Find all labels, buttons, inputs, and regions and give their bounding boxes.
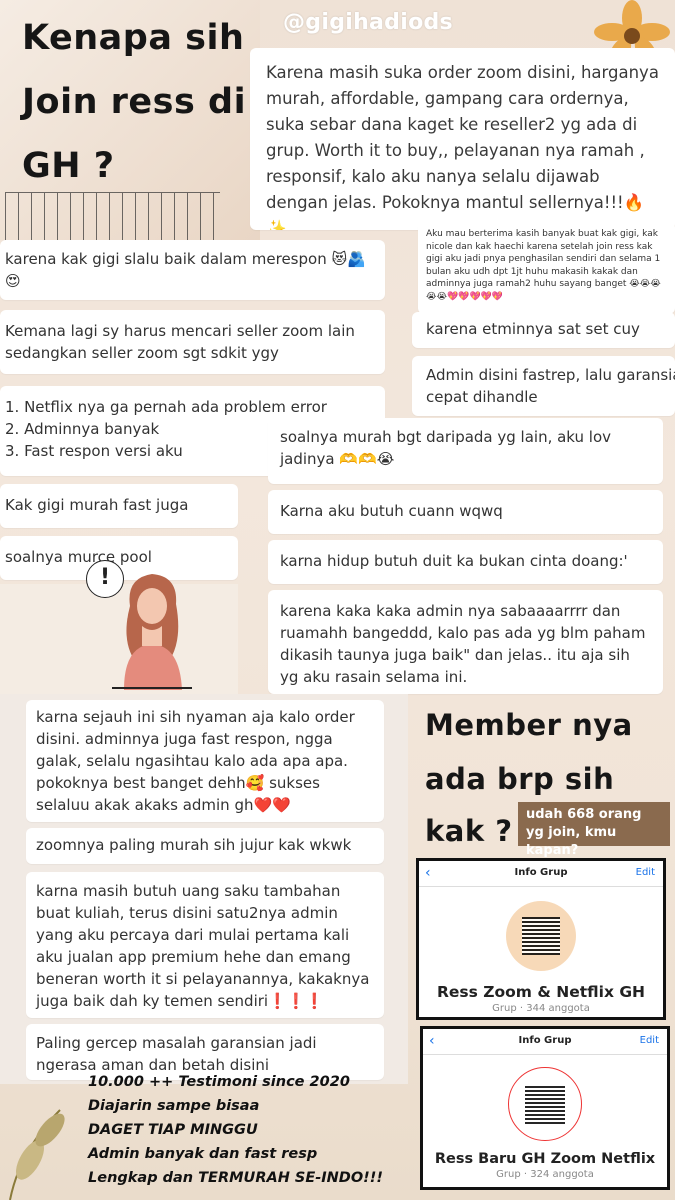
testimonial-text: Paling gercep masalah garansian jadi nge… bbox=[36, 1034, 317, 1074]
testimonial-text: karena etminnya sat set cuy bbox=[426, 320, 640, 338]
testimonial-card-8: soalnya murah bgt daripada yg lain, aku … bbox=[268, 418, 663, 484]
group-info-card-1[interactable]: ‹ Info Grup Edit Ress Zoom & Netflix GH … bbox=[416, 858, 666, 1020]
footer-line-5: Lengkap dan TERMURAH SE-INDO!!! bbox=[88, 1170, 383, 1186]
group-name: Ress Baru GH Zoom Netflix bbox=[434, 1151, 656, 1167]
group-info-title: Info Grup bbox=[518, 1035, 572, 1046]
page-title-line3: GH ? bbox=[22, 146, 115, 186]
member-heading-line3: kak ? bbox=[425, 814, 513, 848]
testimonial-text: karena kaka kaka admin nya sabaaaarrrr d… bbox=[280, 602, 646, 686]
testimonial-text: karna sejauh ini sih nyaman aja kalo ord… bbox=[36, 708, 355, 814]
testimonial-text: zoomnya paling murah sih jujur kak wkwk bbox=[36, 836, 352, 854]
group-name: Ress Zoom & Netflix GH bbox=[436, 983, 646, 1001]
member-heading-line1: Member nya bbox=[425, 708, 633, 742]
page-title-line2: Join ress di bbox=[22, 82, 247, 122]
testimonial-text: Karena masih suka order zoom disini, har… bbox=[266, 63, 659, 230]
group-info-card-2[interactable]: ‹ Info Grup Edit Ress Baru GH Zoom Netfl… bbox=[420, 1026, 670, 1190]
qr-code-icon bbox=[508, 1067, 582, 1141]
testimonial-card-2: Aku mau berterima kasih banyak buat kak … bbox=[418, 222, 675, 314]
testimonial-card-12: karna hidup butuh duit ka bukan cinta do… bbox=[268, 540, 663, 584]
member-count-note: udah 668 orang yg join, kmu kapan? bbox=[518, 802, 670, 858]
edit-button[interactable]: Edit bbox=[640, 1035, 659, 1046]
testimonial-text: soalnya murce pool bbox=[5, 548, 152, 566]
group-info-title: Info Grup bbox=[514, 867, 568, 878]
testimonial-text: karna masih butuh uang saku tambahan bua… bbox=[36, 882, 370, 1010]
testimonial-text: Kemana lagi sy harus mencari seller zoom… bbox=[5, 322, 355, 362]
testimonial-text: karna hidup butuh duit ka bukan cinta do… bbox=[280, 552, 628, 570]
testimonial-text: Admin disini fastrep, lalu garansian cep… bbox=[426, 366, 675, 406]
edit-button[interactable]: Edit bbox=[636, 867, 655, 878]
grid-decoration bbox=[5, 192, 220, 240]
page-title-line1: Kenapa sih bbox=[22, 18, 245, 58]
group-member-count: Grup · 344 anggota bbox=[492, 1003, 590, 1014]
qr-code-icon bbox=[506, 901, 576, 971]
footer-line-2: Diajarin sampe bisaa bbox=[88, 1098, 260, 1114]
testimonial-card-16: karna masih butuh uang saku tambahan bua… bbox=[26, 872, 384, 1018]
testimonial-card-1: Karena masih suka order zoom disini, har… bbox=[250, 48, 675, 230]
testimonial-text: karena kak gigi slalu baik dalam merespo… bbox=[5, 250, 366, 290]
testimonial-card-5: Kemana lagi sy harus mencari seller zoom… bbox=[0, 310, 385, 374]
testimonial-text: Aku mau berterima kasih banyak buat kak … bbox=[426, 229, 661, 302]
group-member-count: Grup · 324 anggota bbox=[496, 1169, 594, 1180]
testimonial-card-15: zoomnya paling murah sih jujur kak wkwk bbox=[26, 828, 384, 864]
testimonial-card-9: Kak gigi murah fast juga bbox=[0, 484, 238, 528]
testimonial-text: Kak gigi murah fast juga bbox=[5, 496, 189, 514]
leaf-icon bbox=[9, 1109, 65, 1200]
footer-line-4: Admin banyak dan fast resp bbox=[88, 1146, 318, 1162]
testimonial-card-10: Karna aku butuh cuann wqwq bbox=[268, 490, 663, 534]
list-item: 1. Netflix nya ga pernah ada problem err… bbox=[5, 398, 327, 416]
instagram-handle: @gigihadiods bbox=[283, 10, 453, 35]
group-info-header: ‹ Info Grup Edit bbox=[423, 1029, 667, 1055]
testimonial-text: soalnya murah bgt daripada yg lain, aku … bbox=[280, 428, 612, 468]
testimonial-card-13: karena kaka kaka admin nya sabaaaarrrr d… bbox=[268, 590, 663, 694]
group-info-header: ‹ Info Grup Edit bbox=[419, 861, 663, 887]
footer-line-1: 10.000 ++ Testimoni since 2020 bbox=[88, 1074, 350, 1090]
member-heading-line2: ada brp sih bbox=[425, 762, 615, 796]
testimonial-card-14: karna sejauh ini sih nyaman aja kalo ord… bbox=[26, 700, 384, 822]
testimonial-text: Karna aku butuh cuann wqwq bbox=[280, 502, 503, 520]
testimonial-card-6: Admin disini fastrep, lalu garansian cep… bbox=[412, 356, 675, 416]
testimonial-card-4: karena etminnya sat set cuy bbox=[412, 312, 675, 348]
testimonial-card-3: karena kak gigi slalu baik dalam merespo… bbox=[0, 240, 385, 300]
woman-illustration-icon bbox=[112, 574, 192, 690]
footer-line-3: DAGET TIAP MINGGU bbox=[88, 1122, 258, 1138]
